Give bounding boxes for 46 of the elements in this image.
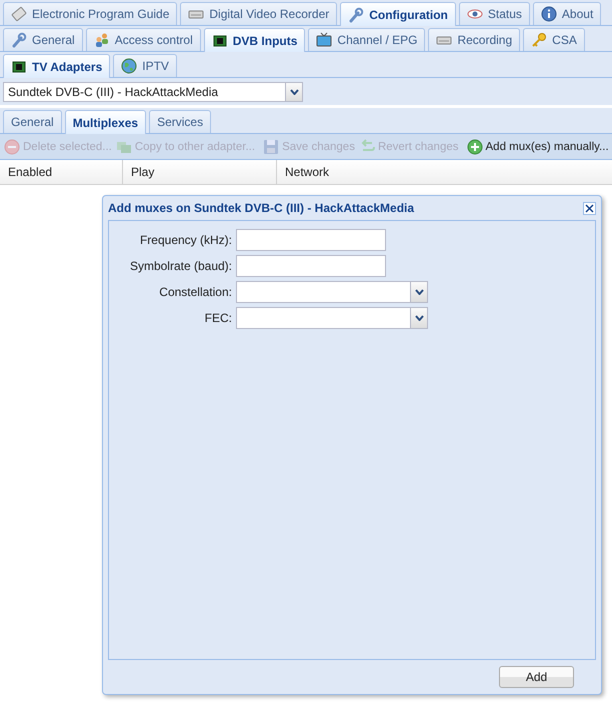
main-tab[interactable]: Configuration [340, 2, 456, 26]
add-button[interactable]: Add [499, 666, 574, 688]
toolbar-button[interactable]: Add mux(es) manually... [466, 138, 609, 154]
dialog-title: Add muxes on Sundtek DVB-C (III) - HackAttackMedia [108, 201, 414, 215]
column-header[interactable]: Play [123, 160, 277, 184]
input-tab[interactable]: IPTV [113, 54, 177, 77]
caret-icon [414, 315, 424, 321]
column-header[interactable]: Enabled [0, 160, 123, 184]
field-label: Frequency (kHz): [138, 233, 232, 247]
users-icon [94, 32, 110, 48]
plus-circle-icon [466, 138, 482, 154]
main-tab[interactable]: About [532, 2, 602, 25]
dropdown-field[interactable] [236, 281, 428, 303]
field-label: FEC: [204, 311, 232, 325]
adapter-tab[interactable]: Multiplexes [64, 110, 146, 134]
tv-icon [316, 32, 332, 48]
caret-icon [414, 289, 424, 295]
circuit-board-icon [212, 32, 228, 48]
wrench-icon [11, 32, 27, 48]
config-tab[interactable]: General [3, 28, 83, 51]
minus-circle-icon [4, 138, 20, 154]
caret-icon [290, 89, 298, 95]
main-tab[interactable]: Status [458, 2, 530, 25]
input-tab[interactable]: TV Adapters [3, 54, 110, 78]
input-field[interactable] [236, 255, 386, 277]
field-label: Symbolrate (baud): [128, 259, 232, 273]
config-tab[interactable]: Recording [428, 28, 520, 51]
main-tab[interactable]: Digital Video Recorder [180, 2, 338, 25]
config-tab[interactable]: Access control [86, 28, 201, 51]
input-field[interactable] [236, 229, 386, 251]
dropdown-field[interactable] [236, 307, 428, 329]
main-tab[interactable]: Electronic Program Guide [3, 2, 178, 25]
circuit-board-icon [11, 58, 27, 74]
key-icon [531, 32, 548, 48]
column-header[interactable]: Network [277, 160, 612, 184]
adapter-tab[interactable]: General [3, 110, 62, 133]
config-tab[interactable]: DVB Inputs [204, 28, 306, 52]
close-icon[interactable] [583, 202, 596, 214]
globe-icon [121, 58, 138, 74]
wrench-icon [348, 6, 364, 22]
config-tab[interactable]: CSA [523, 28, 585, 51]
adapter-tab[interactable]: Services [149, 110, 212, 133]
config-tab[interactable]: Channel / EPG [308, 28, 426, 51]
field-label: Constellation: [158, 285, 232, 299]
adapter-select[interactable]: Sundtek DVB-C (III) - HackAttackMedia [3, 82, 303, 102]
info-icon [540, 6, 557, 22]
